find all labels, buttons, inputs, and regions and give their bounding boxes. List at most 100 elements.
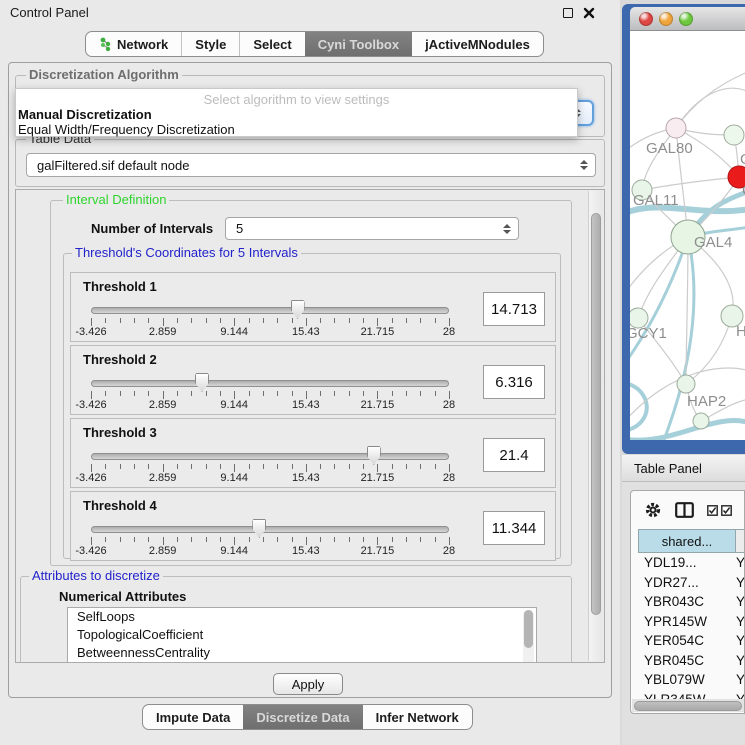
slider-tick-label: 21.715 [347,399,407,411]
slider-tick-labels: -3.4262.8599.14415.4321.71528 [91,399,449,412]
attribute-list-item[interactable]: BetweennessCentrality [68,644,536,662]
tab-impute-data[interactable]: Impute Data [143,705,243,729]
slider-tick [249,464,250,469]
tab-infer-network[interactable]: Infer Network [363,705,472,729]
slider-tick [449,464,450,472]
slider-tick [406,318,407,323]
slider-tick-labels: -3.4262.8599.14415.4321.71528 [91,545,449,558]
network-node[interactable] [724,125,744,145]
table-panel: Table Panel shared... [622,455,745,745]
slider-thumb[interactable] [291,300,305,319]
threshold-slider[interactable] [91,307,449,314]
network-node[interactable] [693,413,709,429]
table-row[interactable]: YBR043CYBR0 [631,594,745,614]
gear-icon[interactable] [644,501,662,519]
tab-jactivemnodules[interactable]: jActiveMNodules [412,32,543,56]
table-row[interactable]: YBL079WYBL0 [631,672,745,692]
table-row[interactable]: YBR045CYBR0 [631,653,745,673]
tab-style[interactable]: Style [182,32,240,56]
slider-tick [220,464,221,469]
network-graph: GAL80GCGAL11GAL4GCY1HHAP2 [630,31,745,440]
slider-tick-label: 2.859 [133,545,193,557]
algorithm-option-manual[interactable]: Manual Discretization [18,107,152,122]
minimize-traffic-light-icon[interactable] [659,12,673,26]
algorithm-option-equal-width[interactable]: Equal Width/Frequency Discretization [18,122,235,137]
threshold-slider[interactable] [91,380,449,387]
slider-tick-label: 2.859 [133,326,193,338]
slider-tick [277,318,278,323]
number-of-intervals-combobox[interactable]: 5 [225,217,519,240]
slider-tick [292,318,293,323]
threshold-value-field[interactable]: 11.344 [483,511,545,545]
slider-tick [277,464,278,469]
tab-network[interactable]: Network [86,32,182,56]
slider-tick [363,537,364,542]
cell-shared-name: YBR043C [631,594,729,614]
network-node[interactable] [666,118,686,138]
slider-tick [306,464,307,472]
slider-tick [420,537,421,542]
slider-thumb[interactable] [195,373,209,392]
slider-tick [206,537,207,542]
slider-tick [392,318,393,323]
attribute-list-item[interactable]: TopologicalCoefficient [68,626,536,644]
scrollbar-thumb[interactable] [591,213,601,615]
zoom-traffic-light-icon[interactable] [679,12,693,26]
slider-tick [377,318,378,326]
scrollbar-thumb[interactable] [634,701,742,711]
network-node[interactable] [677,375,695,393]
network-node-label: G [740,151,745,168]
numerical-attributes-list[interactable]: SelfLoopsTopologicalCoefficientBetweenne… [67,607,537,663]
float-window-icon[interactable] [563,8,573,18]
apply-button[interactable]: Apply [273,673,343,695]
tab-cyni-toolbox[interactable]: Cyni Toolbox [305,32,412,56]
slider-tick-label: 15.43 [276,472,336,484]
node-table: shared... na YDL19...YDL1YDR27...YDR2YBR… [630,490,745,714]
attribute-list-item[interactable]: SelfLoops [68,608,536,626]
slider-tick [349,464,350,469]
settings-vertical-scrollbar[interactable] [588,191,603,661]
slider-tick-label: 15.43 [276,545,336,557]
slider-tick [206,464,207,469]
threshold-slider[interactable] [91,453,449,460]
attributes-scrollbar[interactable] [523,610,534,663]
slider-tick [377,391,378,399]
slider-tick [306,318,307,326]
scrollbar-thumb[interactable] [524,610,533,648]
split-columns-icon[interactable] [675,502,694,518]
slider-tick [363,464,364,469]
table-horizontal-scrollbar[interactable] [632,699,745,712]
network-window-titlebar[interactable] [630,7,745,31]
threshold-slider[interactable] [91,526,449,533]
table-row[interactable]: YER054CYER0 [631,633,745,653]
algorithm-placeholder-option[interactable]: Select algorithm to view settings [16,92,577,107]
slider-tick [234,391,235,399]
slider-tick [134,318,135,323]
table-data-combobox[interactable]: galFiltered.sif default node [26,153,596,177]
slider-thumb[interactable] [252,519,266,538]
tab-discretize-data[interactable]: Discretize Data [243,705,362,729]
table-row[interactable]: YDR27...YDR2 [631,575,745,595]
threshold-value-field[interactable]: 21.4 [483,438,545,472]
slider-tick [377,464,378,472]
threshold-value-field[interactable]: 6.316 [483,365,545,399]
network-node-label: GAL80 [646,140,693,157]
network-canvas[interactable]: GAL80GCGAL11GAL4GCY1HHAP2 [630,31,745,440]
table-row[interactable]: YDL19...YDL1 [631,555,745,575]
cell-shared-name: YDR27... [631,575,729,595]
checkbox-icon[interactable] [707,505,718,516]
threshold-value-field[interactable]: 14.713 [483,292,545,326]
slider-tick-label: 9.144 [204,472,264,484]
close-traffic-light-icon[interactable] [639,12,653,26]
slider-thumb[interactable] [367,446,381,465]
slider-tick [435,391,436,396]
close-icon[interactable] [583,7,595,19]
slider-tick [292,391,293,396]
column-header-shared-name[interactable]: shared... [638,529,736,553]
column-header-name[interactable]: na [735,529,745,553]
table-row[interactable]: YPR145WYPR1 [631,614,745,634]
cell-name: YPR1 [729,614,745,634]
checkbox-icon[interactable] [721,505,732,516]
tab-select[interactable]: Select [240,32,304,56]
slider-tick [191,318,192,323]
